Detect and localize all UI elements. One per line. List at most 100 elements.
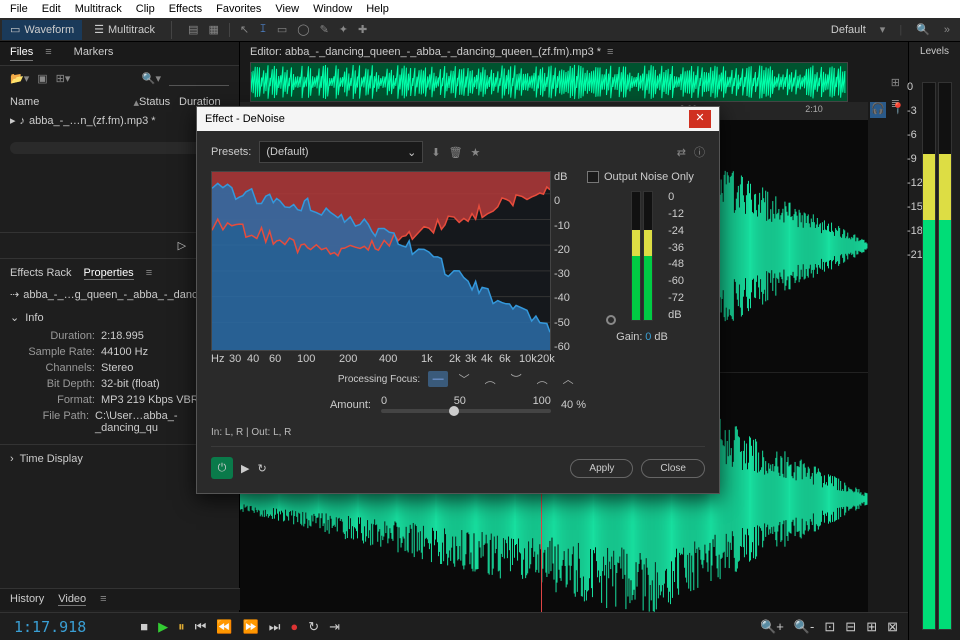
view-waveform-button[interactable]: ▭ Waveform: [2, 20, 82, 40]
workspace-label[interactable]: Default: [831, 24, 866, 36]
menubar[interactable]: File Edit Multitrack Clip Effects Favori…: [0, 0, 960, 18]
chevron-down-icon[interactable]: ▾: [880, 23, 886, 36]
search-icon[interactable]: 🔍: [916, 23, 930, 36]
record-button[interactable]: ●: [290, 619, 298, 634]
hamburger-icon[interactable]: ≡: [45, 46, 51, 61]
preview-play-button[interactable]: ▶: [241, 462, 249, 475]
move-tool-icon[interactable]: ↖: [240, 23, 249, 36]
record-file-icon[interactable]: ▣: [37, 72, 47, 85]
channel-map-icon[interactable]: ⇄: [677, 146, 686, 159]
slider-thumb[interactable]: [449, 406, 459, 416]
close-button[interactable]: ✕: [689, 110, 711, 128]
col-name[interactable]: Name: [10, 96, 133, 109]
amount-row: Amount: 050100 40 %: [211, 397, 705, 413]
save-preset-icon[interactable]: ⬇: [431, 146, 440, 159]
audio-file-icon: ♪: [20, 115, 26, 127]
lasso-tool-icon[interactable]: ◯: [297, 23, 309, 36]
info-icon[interactable]: ⓘ: [694, 144, 705, 160]
focus-mid-icon[interactable]: ︶: [506, 371, 526, 387]
gain-meter: 0-12-24-36-48-60-72dB: [620, 191, 664, 321]
play-icon[interactable]: ▷: [178, 239, 186, 252]
col-status[interactable]: Status: [139, 96, 179, 109]
focus-low-icon[interactable]: ﹀: [454, 371, 474, 387]
tab-markers[interactable]: Markers: [74, 46, 114, 61]
brush-tool-icon[interactable]: ✎: [320, 23, 329, 36]
play-button[interactable]: ▶: [158, 619, 168, 635]
amount-label: Amount:: [330, 399, 371, 411]
forward-button[interactable]: ⏩: [243, 619, 259, 635]
pin-icon[interactable]: 📍: [890, 102, 906, 118]
editor-header: Editor: abba_-_dancing_queen_-_abba_-_da…: [240, 42, 908, 62]
prev-button[interactable]: ⏮: [195, 619, 207, 635]
menu-effects[interactable]: Effects: [163, 2, 208, 16]
skip-selection-button[interactable]: ⇥: [329, 619, 340, 635]
menu-multitrack[interactable]: Multitrack: [69, 2, 128, 16]
power-button[interactable]: ⏻: [211, 457, 233, 479]
tab-effects-rack[interactable]: Effects Rack: [10, 267, 72, 280]
level-ticks: 0-3-6-9-12-15-18-21: [907, 82, 923, 274]
waveform-overview[interactable]: [250, 62, 848, 102]
zoom-full-icon[interactable]: ⊡: [824, 619, 835, 635]
zoom-in-time-icon[interactable]: ⊞: [866, 619, 877, 635]
tab-files[interactable]: Files: [10, 46, 33, 61]
delete-preset-icon[interactable]: 🗑: [449, 146, 463, 159]
apply-button[interactable]: Apply: [570, 459, 633, 478]
hamburger-icon[interactable]: ≡: [100, 593, 106, 606]
chevron-right-icon: ›: [10, 453, 14, 465]
spectrum-chart[interactable]: [211, 171, 551, 351]
focus-lowmid-icon[interactable]: ︵: [480, 371, 500, 387]
loop-button[interactable]: ↻: [308, 619, 319, 635]
tab-video[interactable]: Video: [58, 593, 86, 606]
marquee-tool-icon[interactable]: ▭: [277, 23, 287, 36]
pitch-icon[interactable]: ▦: [208, 23, 218, 36]
output-noise-checkbox[interactable]: Output Noise Only: [587, 171, 697, 183]
new-file-icon[interactable]: ⊞▾: [56, 72, 71, 85]
stop-button[interactable]: ■: [140, 619, 148, 634]
menu-window[interactable]: Window: [307, 2, 358, 16]
zoom-out-time-icon[interactable]: ⊠: [887, 619, 898, 635]
denoise-dialog: Effect - DeNoise ✕ Presets: (Default) ⌄ …: [196, 106, 720, 494]
zoom-selection-icon[interactable]: ⊟: [845, 619, 856, 635]
pause-button[interactable]: ⏸: [178, 619, 185, 635]
gain-knob[interactable]: [606, 315, 616, 325]
view-multitrack-button[interactable]: ☰ Multitrack: [86, 20, 163, 40]
focus-full-icon[interactable]: —: [428, 371, 448, 387]
search-input[interactable]: [169, 70, 229, 86]
menu-view[interactable]: View: [269, 2, 305, 16]
dialog-title: Effect - DeNoise: [205, 113, 285, 125]
menu-help[interactable]: Help: [360, 2, 395, 16]
close-dialog-button[interactable]: Close: [641, 459, 705, 478]
menu-clip[interactable]: Clip: [130, 2, 161, 16]
tab-history[interactable]: History: [10, 593, 44, 606]
tab-properties[interactable]: Properties: [84, 267, 134, 280]
favorite-icon[interactable]: ★: [471, 146, 481, 159]
headphones-icon[interactable]: 🎧: [870, 102, 886, 118]
dialog-titlebar[interactable]: Effect - DeNoise ✕: [197, 107, 719, 131]
focus-highmid-icon[interactable]: ︵: [532, 371, 552, 387]
spectral-icon[interactable]: ▤: [188, 23, 198, 36]
amount-value[interactable]: 40: [561, 399, 573, 411]
zoom-fit-icon[interactable]: ⊞: [891, 76, 900, 89]
menu-edit[interactable]: Edit: [36, 2, 67, 16]
zoom-in-icon[interactable]: 🔍+: [760, 619, 784, 635]
filter-icon[interactable]: 🔍▾: [142, 72, 161, 85]
link-icon[interactable]: ⇢: [10, 288, 19, 301]
time-selection-tool-icon[interactable]: 𝙸: [259, 23, 267, 36]
open-file-icon[interactable]: 📂▾: [10, 72, 29, 85]
preset-dropdown[interactable]: (Default) ⌄: [259, 141, 423, 163]
heal-tool-icon[interactable]: ✚: [358, 23, 367, 36]
amount-slider[interactable]: 050100: [381, 409, 551, 413]
preview-loop-button[interactable]: ↻: [257, 462, 266, 475]
menu-file[interactable]: File: [4, 2, 34, 16]
processing-focus-row: Processing Focus: — ﹀ ︵ ︶ ︵ ︿: [211, 371, 705, 387]
next-button[interactable]: ⏭: [269, 619, 281, 635]
focus-high-icon[interactable]: ︿: [558, 371, 578, 387]
time-display[interactable]: 1:17.918: [0, 618, 100, 636]
rewind-button[interactable]: ⏪: [216, 619, 232, 635]
menu-favorites[interactable]: Favorites: [210, 2, 267, 16]
hamburger-icon[interactable]: ≡: [146, 267, 152, 280]
zoom-out-icon[interactable]: 🔍-: [794, 619, 815, 635]
hamburger-icon[interactable]: ≡: [607, 46, 613, 58]
expand-icon[interactable]: »: [944, 24, 950, 36]
stamp-tool-icon[interactable]: ✦: [339, 23, 348, 36]
